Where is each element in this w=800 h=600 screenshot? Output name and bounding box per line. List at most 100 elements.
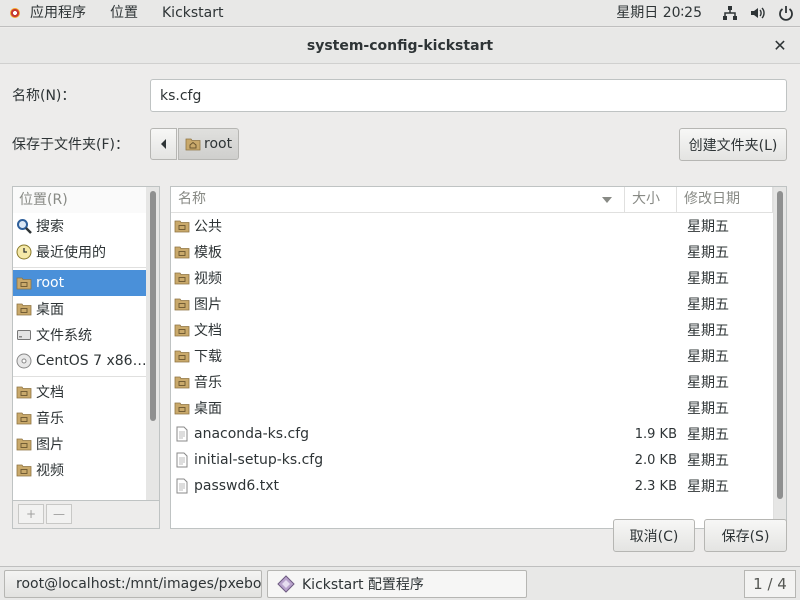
file-row[interactable]: passwd6.txt 2.3 KB 星期五 bbox=[171, 473, 786, 499]
music-folder-icon bbox=[16, 410, 32, 426]
close-icon[interactable]: ✕ bbox=[770, 28, 790, 64]
file-size: 2.3 KB bbox=[634, 478, 677, 494]
file-row[interactable]: 视频 星期五 bbox=[171, 265, 786, 291]
file-date: 星期五 bbox=[687, 271, 729, 287]
places-sidebar: 位置(R) 搜索 最近使用的 root 桌面 文件系统 CentOS 7 x86… 文档 音乐… bbox=[12, 186, 160, 501]
file-name: 公共 bbox=[194, 219, 222, 235]
home-folder-icon bbox=[185, 138, 201, 151]
drive-icon bbox=[16, 327, 32, 343]
file-name: 下载 bbox=[194, 349, 222, 365]
file-name-cell: passwd6.txt bbox=[171, 478, 625, 494]
places-separator bbox=[13, 376, 159, 377]
filename-input[interactable] bbox=[150, 79, 787, 112]
places-item[interactable]: 视频 bbox=[13, 457, 159, 483]
folder-icon bbox=[174, 348, 190, 364]
app-menu[interactable]: Kickstart bbox=[150, 0, 235, 27]
places-item[interactable]: 最近使用的 bbox=[13, 239, 159, 265]
files-scrollbar[interactable] bbox=[777, 191, 783, 499]
disc-icon bbox=[16, 353, 32, 369]
file-row[interactable]: 模板 星期五 bbox=[171, 239, 786, 265]
volume-icon[interactable] bbox=[744, 0, 772, 27]
file-row[interactable]: 下载 星期五 bbox=[171, 343, 786, 369]
file-name: 图片 bbox=[194, 297, 222, 313]
file-row[interactable]: 桌面 星期五 bbox=[171, 395, 786, 421]
file-date: 星期五 bbox=[687, 219, 729, 235]
file-name: 模板 bbox=[194, 245, 222, 261]
taskbar-item-terminal[interactable]: root@localhost:/mnt/images/pxeboot bbox=[4, 570, 262, 598]
file-name-cell: 图片 bbox=[171, 294, 625, 314]
taskbar-item-kickstart[interactable]: Kickstart 配置程序 bbox=[267, 570, 527, 598]
file-row[interactable]: 图片 星期五 bbox=[171, 291, 786, 317]
file-date: 星期五 bbox=[687, 375, 729, 391]
places-item[interactable]: 图片 bbox=[13, 431, 159, 457]
file-name-cell: initial-setup-ks.cfg bbox=[171, 452, 625, 468]
places-item[interactable]: CentOS 7 x86… bbox=[13, 348, 159, 374]
pictures-folder-icon bbox=[16, 436, 32, 452]
places-scrollbar[interactable] bbox=[150, 191, 156, 421]
file-list-header: 名称 大小 修改日期 bbox=[171, 187, 786, 213]
column-header-date[interactable]: 修改日期 bbox=[677, 187, 773, 212]
file-icon bbox=[174, 426, 190, 442]
file-icon bbox=[174, 478, 190, 494]
top-panel: 应用程序 位置 Kickstart 星期日 20∶25 bbox=[0, 0, 800, 27]
file-date: 星期五 bbox=[687, 453, 729, 469]
file-icon bbox=[174, 452, 190, 468]
network-icon[interactable] bbox=[716, 0, 744, 27]
file-name: initial-setup-ks.cfg bbox=[194, 452, 324, 468]
places-item[interactable]: 文件系统 bbox=[13, 322, 159, 348]
file-date: 星期五 bbox=[687, 479, 729, 495]
remove-bookmark-button[interactable]: — bbox=[46, 504, 72, 524]
column-header-name[interactable]: 名称 bbox=[171, 187, 625, 212]
file-name: 音乐 bbox=[194, 375, 222, 391]
places-item-label: root bbox=[36, 275, 65, 291]
places-item-label: 图片 bbox=[36, 437, 64, 453]
file-row[interactable]: 公共 星期五 bbox=[171, 213, 786, 239]
file-size: 1.9 KB bbox=[634, 426, 677, 442]
places-item[interactable]: 音乐 bbox=[13, 405, 159, 431]
file-date: 星期五 bbox=[687, 427, 729, 443]
chevron-left-icon bbox=[160, 139, 166, 149]
file-size: 2.0 KB bbox=[634, 452, 677, 468]
clock[interactable]: 星期日 20∶25 bbox=[604, 0, 716, 27]
file-date: 星期五 bbox=[687, 349, 729, 365]
create-folder-button[interactable]: 创建文件夹(L) bbox=[679, 128, 787, 161]
places-item[interactable]: 桌面 bbox=[13, 296, 159, 322]
path-back-button[interactable] bbox=[150, 128, 177, 160]
file-name-cell: 下载 bbox=[171, 346, 625, 366]
applications-menu[interactable]: 应用程序 bbox=[0, 0, 98, 27]
places-item-label: CentOS 7 x86… bbox=[36, 353, 147, 369]
recent-icon bbox=[16, 244, 32, 260]
save-button[interactable]: 保存(S) bbox=[704, 519, 787, 552]
file-name: 文档 bbox=[194, 323, 222, 339]
folder-icon bbox=[174, 400, 190, 416]
file-rows: 公共 星期五 模板 星期五 视频 星期五 图片 星期五 文档 星期五 下载 星期五 音乐 星期五 桌面 星期五… bbox=[171, 213, 786, 499]
add-bookmark-button[interactable]: + bbox=[18, 504, 44, 524]
file-name-cell: 文档 bbox=[171, 320, 625, 340]
places-list: 搜索 最近使用的 root 桌面 文件系统 CentOS 7 x86… 文档音乐图片视频 bbox=[13, 213, 159, 483]
folder-icon bbox=[174, 296, 190, 312]
file-name: 视频 bbox=[194, 271, 222, 287]
save-dialog: system-config-kickstart ✕ 名称(N)： 保存于文件夹(… bbox=[0, 28, 800, 566]
file-date: 星期五 bbox=[687, 245, 729, 261]
file-name: anaconda-ks.cfg bbox=[194, 426, 310, 442]
column-header-size[interactable]: 大小 bbox=[625, 187, 677, 212]
places-menu[interactable]: 位置 bbox=[98, 0, 150, 27]
workspace-indicator[interactable]: 1 / 4 bbox=[744, 570, 796, 598]
places-item[interactable]: root bbox=[13, 270, 159, 296]
places-item[interactable]: 搜索 bbox=[13, 213, 159, 239]
kickstart-icon bbox=[277, 575, 295, 593]
file-row[interactable]: initial-setup-ks.cfg 2.0 KB 星期五 bbox=[171, 447, 786, 473]
power-icon[interactable] bbox=[772, 0, 800, 27]
name-label: 名称(N)： bbox=[12, 88, 76, 104]
places-item-label: 文档 bbox=[36, 385, 64, 401]
places-item[interactable]: 文档 bbox=[13, 379, 159, 405]
file-row[interactable]: anaconda-ks.cfg 1.9 KB 星期五 bbox=[171, 421, 786, 447]
folder-icon bbox=[174, 244, 190, 260]
file-row[interactable]: 文档 星期五 bbox=[171, 317, 786, 343]
cancel-button[interactable]: 取消(C) bbox=[613, 519, 695, 552]
search-icon bbox=[16, 218, 32, 234]
path-root-button[interactable]: root bbox=[178, 128, 239, 160]
file-name: passwd6.txt bbox=[194, 478, 280, 494]
file-row[interactable]: 音乐 星期五 bbox=[171, 369, 786, 395]
file-name-cell: anaconda-ks.cfg bbox=[171, 426, 625, 442]
